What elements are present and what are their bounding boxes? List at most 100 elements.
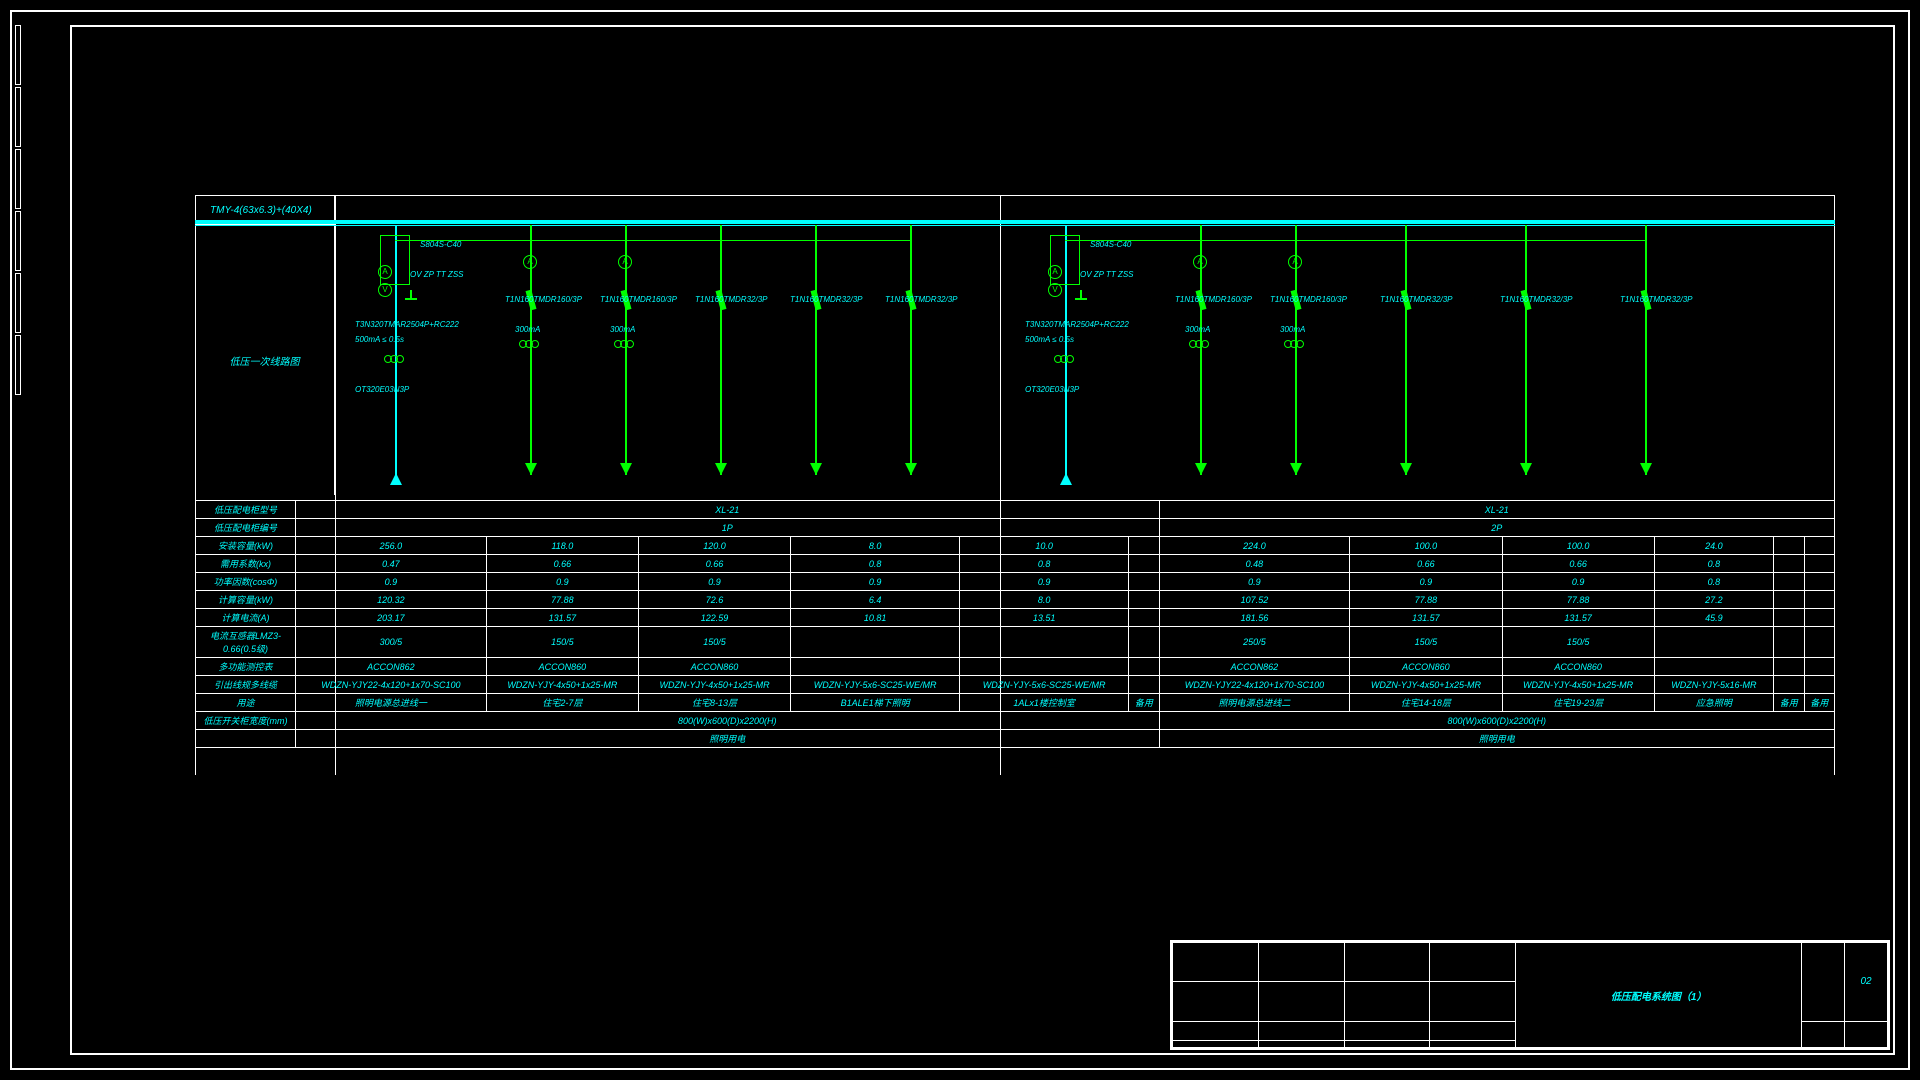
title-block: 低压配电系统图（1）02	[1170, 940, 1890, 1050]
cell	[1804, 627, 1834, 658]
cell: 120.0	[638, 537, 790, 555]
table-row: 用途照明电源总进线一住宅2-7层住宅8-13层B1ALE1梯下照明1ALx1楼控…	[196, 694, 1835, 712]
arrow-up-icon	[1060, 473, 1072, 485]
cell: WDZN-YJY-5x6-SC25-WE/MR	[960, 676, 1129, 694]
cell: 122.59	[638, 609, 790, 627]
cell: 77.88	[1502, 591, 1654, 609]
cell: ACCON860	[1502, 658, 1654, 676]
cell: 0.8	[1654, 555, 1773, 573]
cell: 181.56	[1159, 609, 1350, 627]
cell: 10.0	[960, 537, 1129, 555]
cell: 77.88	[486, 591, 638, 609]
cell: 1ALx1楼控制室	[960, 694, 1129, 712]
row-header: 引出线规多线缆	[196, 676, 296, 694]
arrow-icon	[1290, 463, 1302, 475]
cell: 0.66	[1350, 555, 1502, 573]
cell: ACCON860	[638, 658, 790, 676]
cell	[1774, 573, 1804, 591]
row-header	[196, 730, 296, 748]
row-header: 低压开关柜宽度(mm)	[196, 712, 296, 730]
feeder	[910, 225, 912, 475]
ammeter-icon: A	[378, 265, 392, 279]
cell: 0.9	[960, 573, 1129, 591]
feeder	[815, 225, 817, 475]
cell: 72.6	[638, 591, 790, 609]
cell: 118.0	[486, 537, 638, 555]
cell: 256.0	[296, 537, 487, 555]
feeder	[720, 225, 722, 475]
cell: 150/5	[1350, 627, 1502, 658]
sheet-number: 02	[1845, 943, 1888, 1022]
table-row: 低压开关柜宽度(mm)800(W)x600(D)x2200(H)800(W)x6…	[196, 712, 1835, 730]
protection-label: OV ZP TT ZSS	[1080, 270, 1133, 279]
cell: B1ALE1梯下照明	[791, 694, 960, 712]
cell: 0.9	[791, 573, 960, 591]
ground-icon	[405, 290, 417, 302]
row-header: 电流互感器LMZ3-0.66(0.5级)	[196, 627, 296, 658]
cell: 224.0	[1159, 537, 1350, 555]
ct-icon	[615, 340, 633, 348]
arrow-up-icon	[390, 473, 402, 485]
ct-icon	[385, 355, 403, 363]
cell: 0.9	[1350, 573, 1502, 591]
cell: 照明用电	[1159, 730, 1834, 748]
ct-icon	[520, 340, 538, 348]
breaker-label: T1N160TMDR32/3P	[1500, 295, 1572, 304]
ammeter-icon: A	[1193, 255, 1207, 269]
ammeter-icon: A	[618, 255, 632, 269]
cell: 住宅2-7层	[486, 694, 638, 712]
arrow-icon	[1195, 463, 1207, 475]
side-revision-blocks	[15, 25, 65, 397]
cell: 0.9	[296, 573, 487, 591]
cell	[1129, 609, 1159, 627]
cell: WDZN-YJY-4x50+1x25-MR	[1502, 676, 1654, 694]
cell: 备用	[1774, 694, 1804, 712]
connector	[1065, 240, 1645, 241]
table-row: 计算容量(kW)120.3277.8872.66.48.0107.5277.88…	[196, 591, 1835, 609]
cell: WDZN-YJY-4x50+1x25-MR	[1350, 676, 1502, 694]
cell: 0.9	[486, 573, 638, 591]
cell: 0.8	[1654, 573, 1773, 591]
cell	[1774, 627, 1804, 658]
cell: WDZN-YJY-5x6-SC25-WE/MR	[791, 676, 960, 694]
trip-label: 500mA ≤ 0.5s	[355, 335, 404, 344]
cell: 0.48	[1159, 555, 1350, 573]
cell	[1129, 555, 1159, 573]
cell	[1129, 627, 1159, 658]
breaker-label: T1N160TMDR160/3P	[1270, 295, 1347, 304]
cell: 45.9	[1654, 609, 1773, 627]
cell: 6.4	[791, 591, 960, 609]
cell: 应急照明	[1654, 694, 1773, 712]
cell	[1804, 658, 1834, 676]
cell: 150/5	[638, 627, 790, 658]
isolator-label: OT320E03N3P	[1025, 385, 1079, 394]
rcd-label: 300mA	[1185, 325, 1210, 334]
row-header: 多功能测控表	[196, 658, 296, 676]
cell	[791, 658, 960, 676]
breaker-label: T3N320TMAR2504P+RC222	[355, 320, 459, 329]
schematic-area[interactable]: TMY-4(63x6.3)+(40X4) A V S804S-C40 OV ZP…	[195, 195, 1835, 495]
side-block	[15, 273, 21, 333]
cell: 800(W)x600(D)x2200(H)	[1159, 712, 1834, 730]
rcd-label: 300mA	[515, 325, 540, 334]
cell	[1804, 591, 1834, 609]
cell	[1129, 537, 1159, 555]
busbar	[195, 220, 1835, 224]
arrow-icon	[905, 463, 917, 475]
side-block	[15, 149, 21, 209]
cell	[1804, 676, 1834, 694]
cell: 131.57	[1502, 609, 1654, 627]
rcd-label: 300mA	[610, 325, 635, 334]
side-block	[15, 25, 21, 85]
cell: WDZN-YJY-4x50+1x25-MR	[638, 676, 790, 694]
connector	[395, 240, 910, 241]
row-header: 低压配电柜编号	[196, 519, 296, 537]
cell: 0.66	[638, 555, 790, 573]
cell: 100.0	[1350, 537, 1502, 555]
cell: 100.0	[1502, 537, 1654, 555]
breaker-label: T1N160TMDR160/3P	[1175, 295, 1252, 304]
table-row: 功率因数(cosΦ)0.90.90.90.90.90.90.90.90.8	[196, 573, 1835, 591]
cell	[1129, 658, 1159, 676]
cell: ACCON862	[1159, 658, 1350, 676]
cell: 77.88	[1350, 591, 1502, 609]
